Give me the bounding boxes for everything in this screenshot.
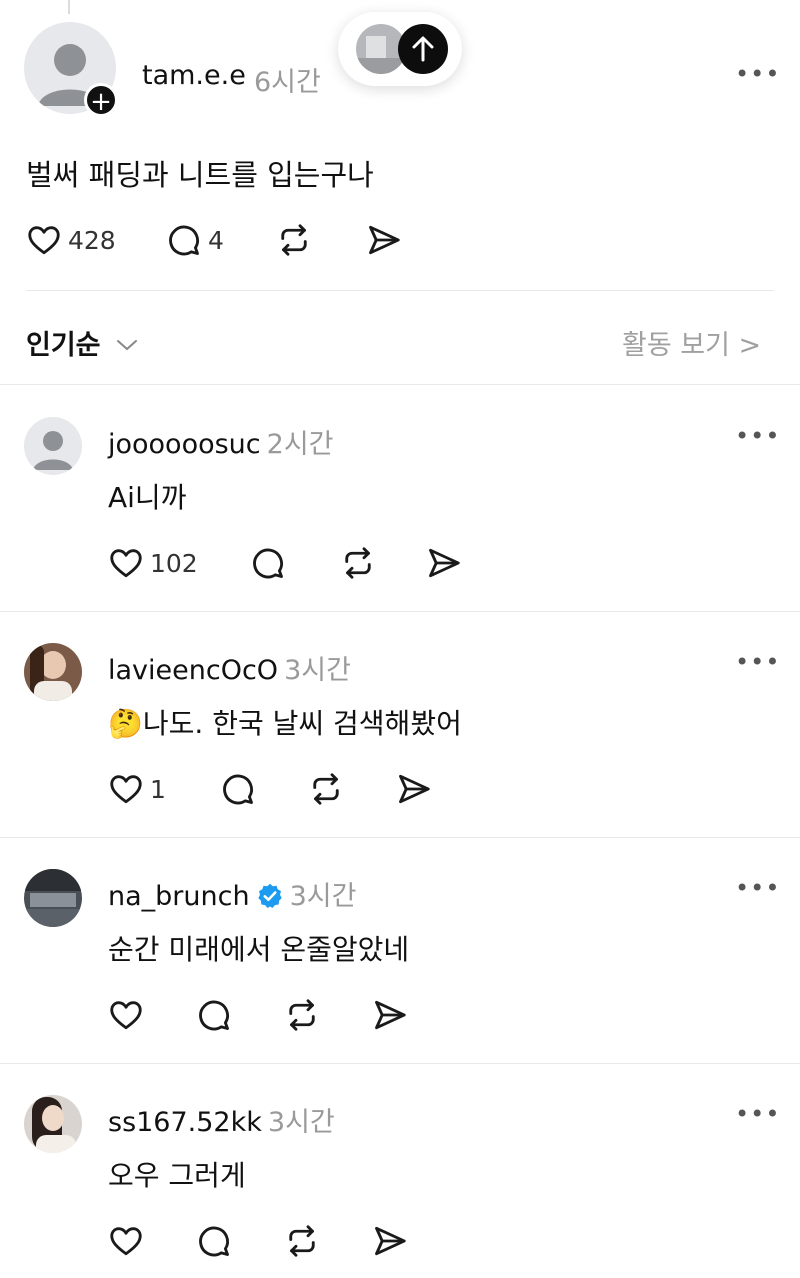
comment-header[interactable]: na_brunch 3시간: [108, 874, 356, 913]
comment-text: 순간 미래에서 온줄알았네: [108, 933, 410, 966]
divider: [0, 611, 800, 612]
comment-reply-button[interactable]: [250, 545, 286, 581]
send-icon: [372, 1223, 408, 1259]
post-time: 6시간: [254, 67, 321, 98]
heart-icon: [108, 771, 144, 807]
comment-username[interactable]: ss167.52kk: [108, 1107, 262, 1138]
follow-plus-icon[interactable]: +: [84, 83, 118, 117]
comment-icon: [196, 997, 232, 1033]
comment-reply-button[interactable]: [196, 997, 232, 1033]
comment-icon: [220, 771, 256, 807]
send-icon: [366, 222, 402, 258]
post-more-icon[interactable]: •••: [735, 60, 780, 88]
comment-more-icon[interactable]: •••: [735, 1100, 780, 1128]
comment-share-button[interactable]: [372, 997, 408, 1033]
comment-header[interactable]: joooooosuc 2시간: [108, 422, 334, 461]
comment-like-count: 102: [150, 548, 198, 578]
comment-time: 3시간: [284, 655, 351, 686]
comment-username[interactable]: na_brunch: [108, 881, 250, 912]
heart-icon: [26, 222, 62, 258]
comment-icon: [166, 222, 202, 258]
repost-icon: [308, 771, 344, 807]
repost-icon: [276, 222, 312, 258]
comment-repost-button[interactable]: [284, 997, 320, 1033]
repost-icon: [284, 997, 320, 1033]
divider: [0, 837, 800, 838]
default-avatar-icon: [33, 431, 73, 470]
post-like-count: 428: [68, 225, 116, 255]
comment-repost-button[interactable]: [308, 771, 344, 807]
comment-username[interactable]: joooooosuc: [108, 429, 261, 460]
comment-repost-button[interactable]: [284, 1223, 320, 1259]
comment-icon: [196, 1223, 232, 1259]
comment-like-button[interactable]: [108, 997, 144, 1033]
comment-reply-button[interactable]: [220, 771, 256, 807]
arrow-up-icon[interactable]: [398, 24, 448, 74]
post-text: 벌써 패딩과 니트를 입는구나: [26, 158, 374, 192]
chevron-down-icon: [116, 340, 137, 351]
comment-like-count: 1: [150, 774, 166, 804]
sort-dropdown[interactable]: 인기순: [26, 323, 138, 362]
post-reply-button[interactable]: 4: [166, 222, 224, 258]
send-icon: [396, 771, 432, 807]
comment-repost-button[interactable]: [340, 545, 376, 581]
comment-header[interactable]: ss167.52kk 3시간: [108, 1100, 335, 1139]
comment-time: 3시간: [289, 881, 357, 912]
comment-reply-button[interactable]: [196, 1223, 232, 1259]
divider: [0, 384, 800, 385]
verified-badge-icon: [257, 883, 282, 909]
heart-icon: [108, 1223, 144, 1259]
comment-header[interactable]: lavieencOcO 3시간: [108, 648, 351, 687]
comment-avatar[interactable]: [24, 1095, 82, 1153]
comment-share-button[interactable]: [396, 771, 432, 807]
post-like-button[interactable]: 428: [26, 222, 116, 258]
comment-icon: [250, 545, 286, 581]
comment-time: 2시간: [266, 429, 334, 460]
comment-share-button[interactable]: [426, 545, 462, 581]
repost-icon: [340, 545, 376, 581]
divider: [26, 290, 774, 291]
heart-icon: [108, 997, 144, 1033]
heart-icon: [108, 545, 144, 581]
comment-share-button[interactable]: [372, 1223, 408, 1259]
post-repost-button[interactable]: [276, 222, 312, 258]
comment-like-button[interactable]: [108, 1223, 144, 1259]
send-icon: [426, 545, 462, 581]
sort-label: 인기순: [26, 330, 101, 361]
comment-text: 나도. 한국 날씨 검색해봤어: [142, 707, 462, 740]
comment-more-icon[interactable]: •••: [735, 648, 780, 676]
comment-more-icon[interactable]: •••: [735, 422, 780, 450]
comment-time: 3시간: [267, 1107, 335, 1138]
post-username[interactable]: tam.e.e: [142, 60, 246, 91]
comment-avatar[interactable]: [24, 869, 82, 927]
comment-avatar[interactable]: [24, 417, 82, 475]
post-share-button[interactable]: [366, 222, 402, 258]
comment-like-button[interactable]: 1: [108, 771, 166, 807]
repost-icon: [284, 1223, 320, 1259]
view-activity-link[interactable]: 활동 보기 >: [622, 323, 761, 362]
comment-like-button[interactable]: 102: [108, 545, 198, 581]
comment-username[interactable]: lavieencOcO: [108, 655, 278, 686]
comment-text-row: 🤔나도. 한국 날씨 검색해봤어: [108, 702, 462, 742]
comment-text: Ai니까: [108, 481, 187, 514]
scroll-to-top-pill[interactable]: [338, 12, 462, 86]
comment-more-icon[interactable]: •••: [735, 874, 780, 902]
comment-avatar[interactable]: [24, 643, 82, 701]
comment-text: 오우 그러게: [108, 1159, 246, 1192]
send-icon: [372, 997, 408, 1033]
post-reply-count: 4: [208, 225, 224, 255]
divider: [0, 1063, 800, 1064]
thread-line: [68, 0, 70, 14]
thinking-face-emoji: 🤔: [108, 707, 143, 740]
